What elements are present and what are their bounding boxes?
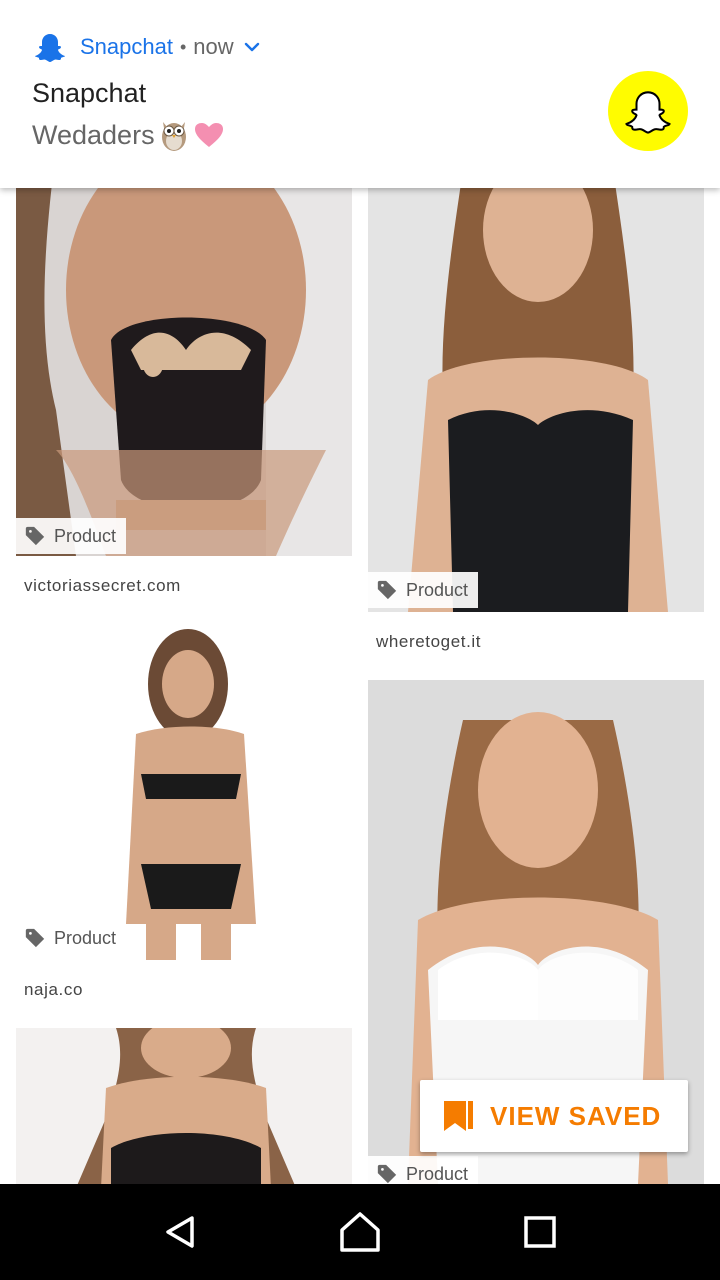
recents-button[interactable] <box>510 1202 570 1262</box>
recents-icon <box>524 1216 556 1248</box>
notification-time: now <box>193 34 234 59</box>
notification-title: Snapchat <box>32 78 147 108</box>
notification-separator: • <box>179 36 187 57</box>
notification-header: Snapchat • now <box>34 30 260 64</box>
owl-emoji-icon <box>161 122 186 151</box>
product-tag[interactable]: Product <box>368 572 479 608</box>
product-card[interactable]: Product naja.co <box>16 624 352 1014</box>
home-button[interactable] <box>330 1202 390 1262</box>
view-saved-button[interactable]: VIEW SAVED <box>420 1080 688 1152</box>
tag-icon <box>377 580 397 600</box>
system-navigation-bar <box>0 1184 720 1280</box>
product-image[interactable] <box>16 1028 352 1184</box>
view-saved-label: VIEW SAVED <box>490 1100 662 1131</box>
back-button[interactable] <box>150 1202 210 1262</box>
back-icon <box>166 1216 194 1248</box>
product-tag-label: Product <box>406 1163 469 1184</box>
pink-heart-emoji-icon <box>194 123 223 147</box>
source-domain[interactable]: naja.co <box>24 980 83 1000</box>
product-tag-label: Product <box>406 579 469 600</box>
product-tag[interactable]: Product <box>368 1156 479 1184</box>
snapchat-badge <box>608 71 688 151</box>
tag-icon <box>25 928 45 948</box>
notification-text: Wedaders <box>32 118 225 152</box>
product-image[interactable] <box>16 624 352 960</box>
product-image[interactable] <box>368 150 704 612</box>
snapchat-notification[interactable]: Snapchat • now Snapchat Wedaders <box>0 0 720 188</box>
source-domain[interactable]: victoriassecret.com <box>24 576 181 596</box>
product-tag-label: Product <box>54 927 117 948</box>
snapchat-ghost-icon <box>35 34 65 62</box>
home-icon <box>340 1212 380 1252</box>
product-tag-label: Product <box>54 525 117 546</box>
product-card[interactable] <box>16 1028 352 1184</box>
product-card[interactable]: Product wheretoget.it <box>368 150 704 666</box>
chevron-down-icon[interactable] <box>244 39 260 55</box>
snapchat-ghost-icon <box>625 91 671 134</box>
product-image[interactable] <box>16 150 352 556</box>
source-domain[interactable]: wheretoget.it <box>376 632 481 652</box>
product-tag[interactable]: Product <box>16 920 127 956</box>
notification-app-name: Snapchat <box>80 34 173 59</box>
product-tag[interactable]: Product <box>16 518 127 554</box>
tag-icon <box>377 1164 397 1184</box>
tag-icon <box>25 526 45 546</box>
bookmark-icon <box>444 1101 473 1131</box>
notification-message: Wedaders <box>32 119 155 150</box>
product-card[interactable]: Product victoriassecret.com <box>16 150 352 610</box>
